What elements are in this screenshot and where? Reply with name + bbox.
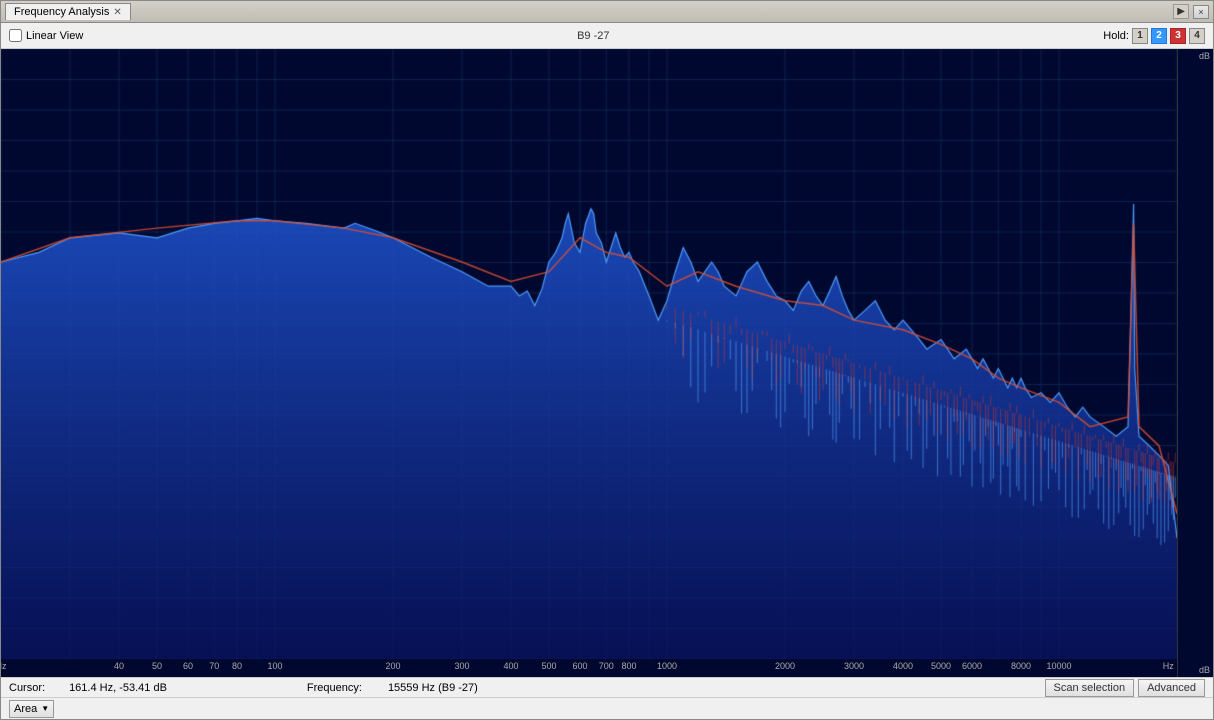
db-scale: dB dB bbox=[1177, 49, 1213, 677]
frequency-display: B9 -27 bbox=[577, 30, 609, 42]
title-bar-left: Frequency Analysis ✕ bbox=[5, 3, 131, 20]
freq-axis-label: 3000 bbox=[844, 661, 864, 671]
chart-area: Hz 40 50 60 70 80 100 200 300 400 500 600 700 800 1000… bbox=[1, 49, 1213, 677]
chart-type-bar: Area ▼ bbox=[1, 697, 1213, 719]
hold-button-3[interactable]: 3 bbox=[1170, 28, 1186, 44]
db-unit-bottom: dB bbox=[1199, 665, 1210, 675]
title-bar: Frequency Analysis ✕ ▶ × bbox=[1, 1, 1213, 23]
freq-axis-label: 700 bbox=[599, 661, 614, 671]
frequency-label: Frequency: bbox=[307, 682, 362, 694]
freq-axis-label: 600 bbox=[573, 661, 588, 671]
area-label: Area bbox=[14, 703, 37, 715]
toolbar-left: Linear View bbox=[9, 29, 83, 42]
tab-close-icon[interactable]: ✕ bbox=[113, 7, 121, 18]
freq-axis-label: 200 bbox=[385, 661, 400, 671]
freq-axis-label: 400 bbox=[503, 661, 518, 671]
title-bar-right: ▶ × bbox=[1173, 4, 1209, 19]
freq-axis-label: 300 bbox=[455, 661, 470, 671]
freq-axis-label: 8000 bbox=[1011, 661, 1031, 671]
frequency-analysis-tab[interactable]: Frequency Analysis ✕ bbox=[5, 3, 131, 20]
hold-controls: Hold: 1 2 3 4 bbox=[1103, 28, 1205, 44]
freq-axis-label: 60 bbox=[183, 661, 193, 671]
freq-axis-label: 70 bbox=[209, 661, 219, 671]
hold-button-2[interactable]: 2 bbox=[1151, 28, 1167, 44]
hold-button-1[interactable]: 1 bbox=[1132, 28, 1148, 44]
area-dropdown[interactable]: Area ▼ bbox=[9, 700, 54, 718]
freq-axis-label: 80 bbox=[232, 661, 242, 671]
window-close-button[interactable]: × bbox=[1193, 5, 1209, 19]
freq-axis-label: 500 bbox=[541, 661, 556, 671]
toolbar: Linear View B9 -27 Hold: 1 2 3 4 bbox=[1, 23, 1213, 49]
freq-axis-label: 2000 bbox=[775, 661, 795, 671]
freq-axis-label: 50 bbox=[152, 661, 162, 671]
freq-axis-label: 800 bbox=[621, 661, 636, 671]
tab-label: Frequency Analysis bbox=[14, 6, 109, 18]
linear-view-label: Linear View bbox=[26, 30, 83, 42]
status-bar: Cursor: 161.4 Hz, -53.41 dB Frequency: 1… bbox=[1, 677, 1213, 697]
freq-axis-label: 10000 bbox=[1046, 661, 1071, 671]
freq-axis-label: 4000 bbox=[893, 661, 913, 671]
freq-axis-label: 5000 bbox=[931, 661, 951, 671]
frequency-value: 15559 Hz (B9 -27) bbox=[388, 682, 478, 694]
main-window: Frequency Analysis ✕ ▶ × Linear View B9 … bbox=[0, 0, 1214, 720]
frequency-axis: Hz 40 50 60 70 80 100 200 300 400 500 600 700 800 1000… bbox=[1, 659, 1177, 677]
linear-view-input[interactable] bbox=[9, 29, 22, 42]
cursor-label: Cursor: bbox=[9, 682, 45, 694]
hold-button-4[interactable]: 4 bbox=[1189, 28, 1205, 44]
frequency-chart-canvas[interactable] bbox=[1, 49, 1177, 659]
freq-axis-label: Hz bbox=[1, 661, 7, 671]
freq-axis-label: 100 bbox=[267, 661, 282, 671]
freq-axis-label: 1000 bbox=[657, 661, 677, 671]
freq-axis-label: Hz bbox=[1163, 661, 1174, 671]
main-chart bbox=[1, 49, 1177, 659]
nav-arrow-icon[interactable]: ▶ bbox=[1173, 4, 1189, 19]
cursor-value: 161.4 Hz, -53.41 dB bbox=[69, 682, 167, 694]
db-unit-top: dB bbox=[1199, 51, 1210, 61]
freq-axis-label: 40 bbox=[114, 661, 124, 671]
hold-label: Hold: bbox=[1103, 30, 1129, 42]
advanced-button[interactable]: Advanced bbox=[1138, 679, 1205, 697]
bottom-buttons: Scan selection Advanced bbox=[1045, 679, 1205, 697]
linear-view-checkbox[interactable]: Linear View bbox=[9, 29, 83, 42]
freq-axis-label: 6000 bbox=[962, 661, 982, 671]
scan-selection-button[interactable]: Scan selection bbox=[1045, 679, 1135, 697]
dropdown-arrow-icon: ▼ bbox=[41, 704, 49, 713]
chart-container: Hz 40 50 60 70 80 100 200 300 400 500 600 700 800 1000… bbox=[1, 49, 1177, 677]
